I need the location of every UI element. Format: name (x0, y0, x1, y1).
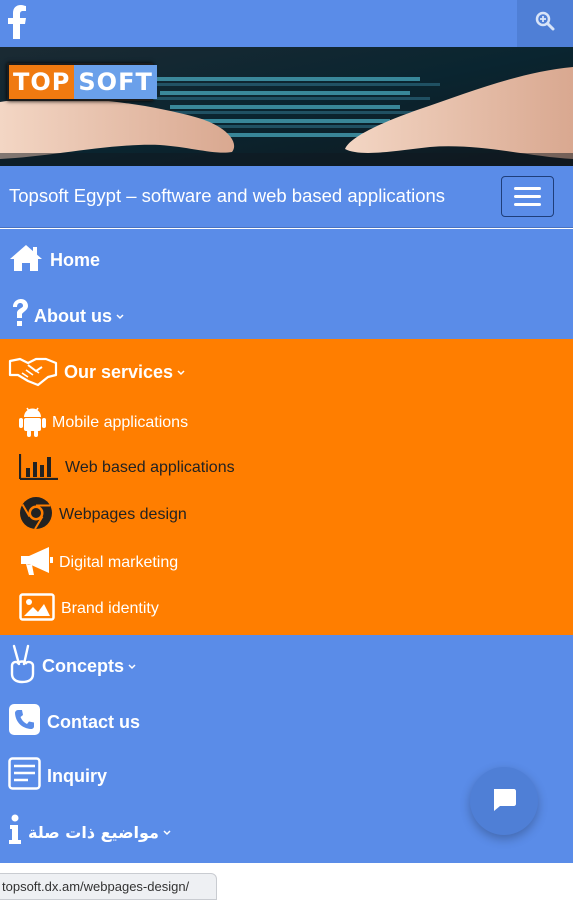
submenu-item-webpages[interactable]: Webpages design (19, 496, 187, 535)
nav-item-about[interactable]: About us (10, 298, 125, 334)
hamburger-icon (514, 187, 541, 190)
submenu-label-web: Web based applications (65, 459, 235, 476)
submenu-label-brand: Brand identity (61, 600, 159, 617)
nav-label-about: About us (34, 305, 112, 326)
android-icon (19, 405, 46, 442)
nav-label-contact: Contact us (47, 711, 141, 732)
phone-icon (8, 703, 41, 741)
submenu-label-webpages: Webpages design (59, 506, 187, 523)
menu-toggle-button[interactable] (501, 176, 554, 217)
chat-bubble-icon (491, 786, 517, 817)
logo-text-soft: SOFT (74, 65, 157, 99)
site-title[interactable]: Topsoft Egypt – software and web based a… (9, 185, 445, 207)
image-icon (19, 592, 55, 626)
nav-item-inquiry[interactable]: Inquiry (8, 756, 107, 796)
question-icon (10, 298, 30, 335)
chat-button[interactable] (470, 767, 538, 835)
megaphone-icon (19, 546, 53, 581)
chevron-down-icon (116, 314, 124, 320)
nav-item-related[interactable]: مواضيع ذات صلة (8, 812, 172, 852)
chevron-down-icon (128, 664, 136, 670)
nav-label-inquiry: Inquiry (47, 765, 108, 786)
nav-item-services[interactable]: Our services (8, 352, 186, 392)
chrome-icon (19, 496, 53, 535)
info-icon (8, 814, 22, 850)
form-icon (8, 757, 41, 795)
nav-label-home: Home (50, 249, 101, 270)
facebook-icon[interactable] (7, 5, 29, 41)
chevron-down-icon (163, 830, 171, 836)
link-status-bar: topsoft.dx.am/webpages-design/ (0, 873, 217, 900)
submenu-label-mobile: Mobile applications (52, 414, 189, 431)
nav-label-services: Our services (64, 361, 174, 382)
submenu-item-web[interactable]: Web based applications (18, 451, 235, 485)
handshake-icon (8, 353, 58, 392)
nav-label-related: مواضيع ذات صلة (28, 822, 159, 842)
top-bar (0, 0, 573, 47)
zoom-search-icon (535, 11, 555, 36)
hamburger-icon-line (514, 195, 541, 198)
site-title-bar: Topsoft Egypt – software and web based a… (0, 166, 573, 228)
nav-item-concepts[interactable]: Concepts (8, 644, 137, 688)
chevron-down-icon (177, 370, 185, 376)
submenu-item-digital[interactable]: Digital marketing (19, 546, 178, 580)
victory-hand-icon (8, 644, 36, 689)
bar-chart-icon (18, 452, 59, 485)
hamburger-icon-line (514, 203, 541, 206)
submenu-label-digital: Digital marketing (59, 554, 179, 571)
nav-label-concepts: Concepts (42, 655, 125, 676)
logo-text-top: TOP (9, 65, 75, 99)
header-banner: TOP SOFT (0, 47, 573, 166)
topsoft-logo[interactable]: TOP SOFT (7, 63, 157, 101)
nav-item-home[interactable]: Home (8, 242, 100, 278)
home-icon (8, 243, 44, 278)
submenu-item-mobile[interactable]: Mobile applications (19, 405, 188, 441)
search-button[interactable] (517, 0, 573, 47)
submenu-item-brand[interactable]: Brand identity (19, 592, 159, 626)
nav-item-contact[interactable]: Contact us (8, 702, 140, 742)
